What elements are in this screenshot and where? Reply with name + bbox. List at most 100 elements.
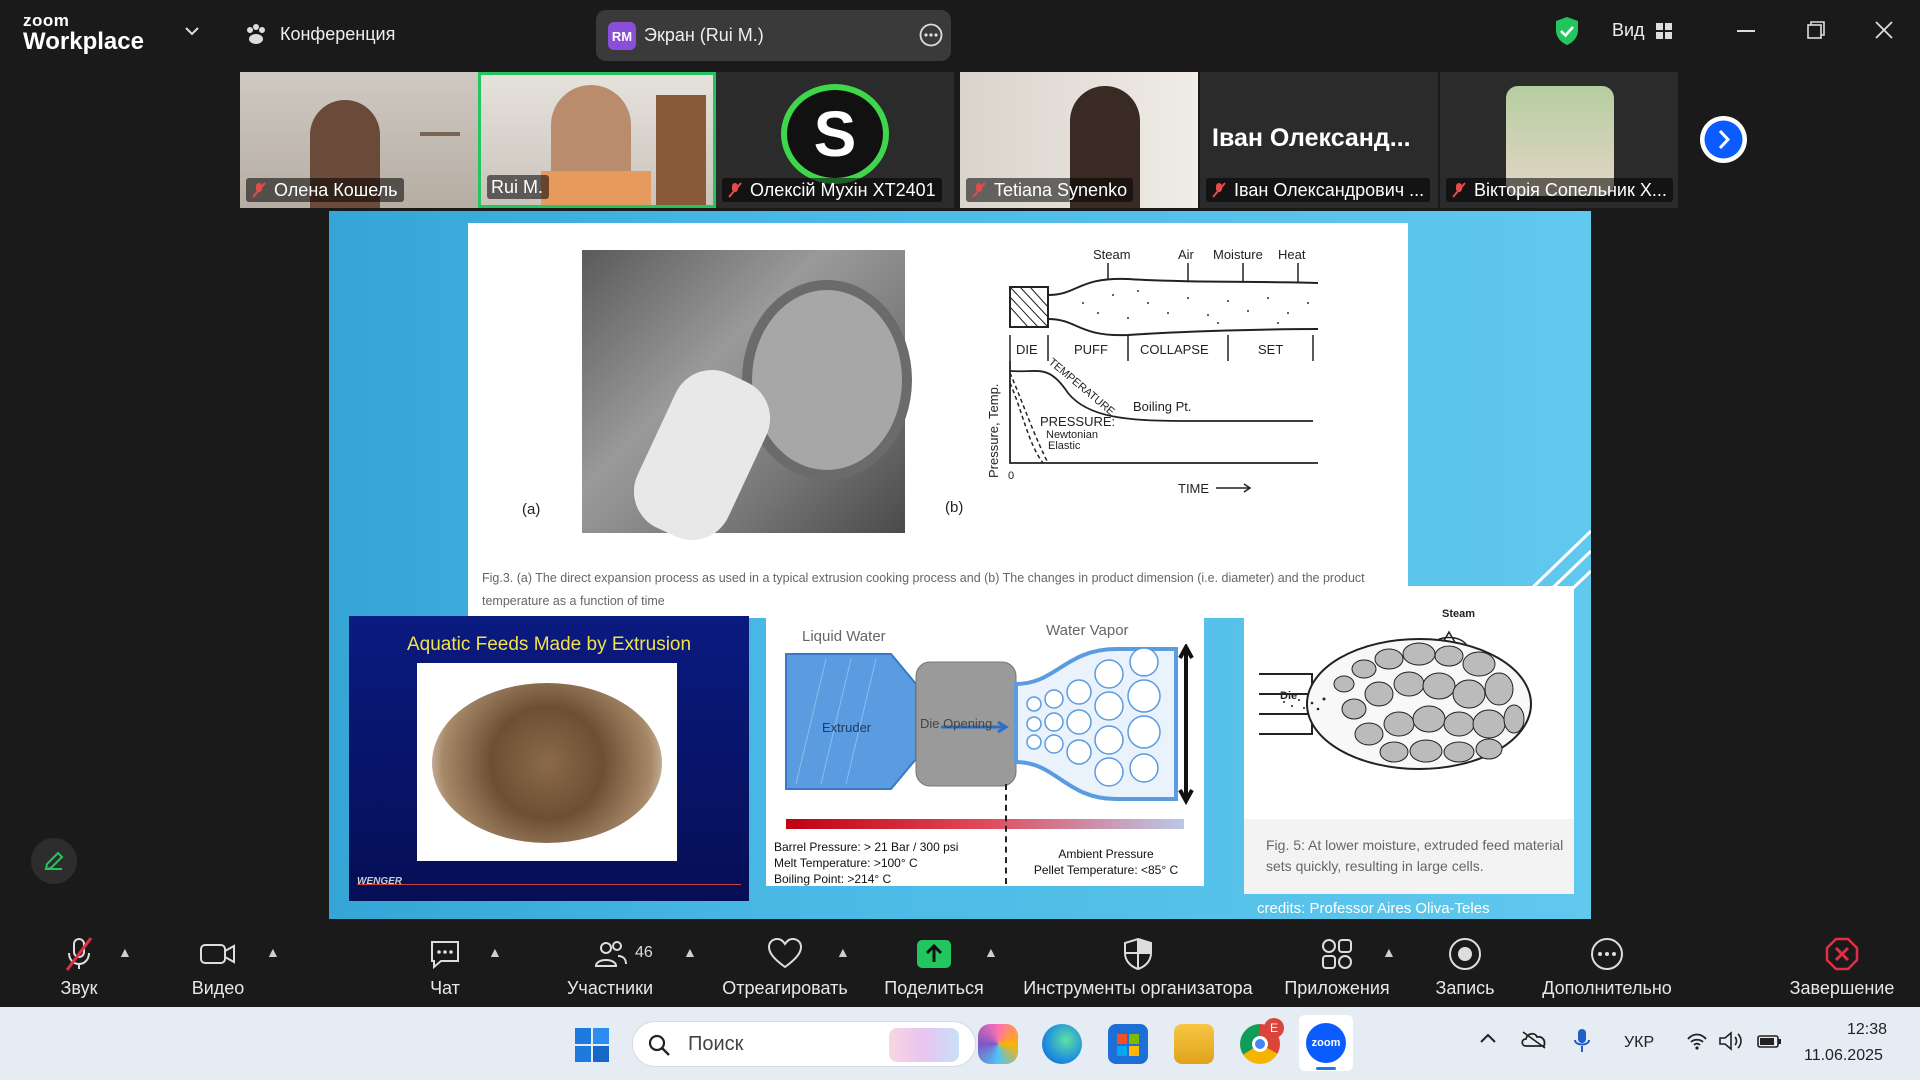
restore-icon[interactable] [1806, 20, 1826, 45]
participant-tile[interactable]: Tetiana Synenko [960, 72, 1198, 208]
record-button[interactable]: Запись [1430, 920, 1500, 1007]
shelf [420, 132, 460, 136]
chat-button[interactable]: Чат [410, 920, 480, 1007]
muted-mic-icon [972, 182, 986, 198]
chevron-right-icon [1704, 120, 1743, 159]
react-button[interactable]: Отреагировать [720, 920, 850, 1007]
clock-date[interactable]: 11.06.2025 [1804, 1047, 1883, 1065]
apps-icon [1322, 939, 1352, 969]
more-options-icon[interactable] [919, 23, 943, 52]
water-vapor-label: Water Vapor [1046, 622, 1129, 639]
share-caret-icon[interactable]: ▲ [984, 944, 998, 960]
pellet-temperature-text: Pellet Temperature: <85° C [1033, 863, 1179, 877]
end-meeting-button[interactable]: Завершение [1784, 920, 1900, 1007]
video-button[interactable]: Видео [178, 920, 258, 1007]
annotate-button[interactable] [31, 838, 77, 884]
participant-name: Олексій Мухін ХТ2401 [750, 180, 936, 200]
expansion-diagram: Steam Air Moisture Heat DIE PUFF COLLAPS… [988, 247, 1319, 496]
shield-icon [1124, 937, 1152, 971]
minimize-icon[interactable] [1737, 30, 1755, 32]
diagram-origin: 0 [1008, 470, 1014, 482]
zoom-taskbar-active[interactable]: zoom [1299, 1015, 1353, 1071]
chrome-icon[interactable]: E [1240, 1018, 1284, 1064]
muted-mic-icon [252, 182, 266, 198]
more-button[interactable]: Дополнительно [1536, 920, 1678, 1007]
store-icon[interactable] [1108, 1024, 1148, 1064]
diagram-set: SET [1258, 342, 1283, 357]
paw-icon [247, 24, 265, 44]
participants-button[interactable]: Участники [560, 920, 660, 1007]
video-caret-icon[interactable]: ▲ [266, 944, 280, 960]
participant-name-tag: Іван Олександрович ... [1206, 178, 1431, 202]
chat-caret-icon[interactable]: ▲ [488, 944, 502, 960]
microphone-icon[interactable] [1572, 1027, 1592, 1060]
diagram-puff: PUFF [1074, 342, 1108, 357]
aquatic-feeds-title: Aquatic Feeds Made by Extrusion [406, 634, 692, 655]
edge-icon[interactable] [1042, 1024, 1082, 1064]
taskbar-search[interactable]: Поиск [632, 1021, 976, 1067]
participant-name-tag: Олексій Мухін ХТ2401 [722, 178, 942, 202]
audio-button[interactable]: Звук [40, 920, 118, 1007]
participant-name-tag: Вікторія Сопельник Х... [1446, 178, 1673, 202]
participant-tile[interactable]: S Олексій Мухін ХТ2401 [716, 72, 954, 208]
encryption-shield-icon[interactable] [1554, 16, 1580, 51]
clock-time[interactable]: 12:38 [1847, 1021, 1887, 1039]
apps-button[interactable]: Приложения [1280, 920, 1394, 1007]
close-icon[interactable] [1874, 20, 1894, 45]
diagram-collapse: COLLAPSE [1140, 342, 1209, 357]
ambient-pressure-text: Ambient Pressure [1058, 847, 1154, 861]
share-button[interactable]: Поделиться [880, 920, 988, 1007]
tray-chevron-icon[interactable] [1478, 1031, 1498, 1050]
end-meeting-icon [1825, 937, 1859, 971]
battery-icon[interactable] [1756, 1031, 1784, 1056]
next-page-button[interactable] [1700, 116, 1747, 163]
wifi-icon[interactable] [1686, 1031, 1708, 1056]
participants-caret-icon[interactable]: ▲ [683, 944, 697, 960]
figure-3-panel: (a) (b) Steam Air Moisture Heat DIE PUFF… [468, 223, 1408, 618]
zoom-workplace-logo: zoom Workplace [23, 12, 144, 54]
onedrive-icon[interactable] [1520, 1029, 1548, 1054]
participant-tile[interactable]: Іван Олександ... Іван Олександрович ... [1200, 72, 1438, 208]
fig5-die-label: Die [1280, 690, 1298, 702]
host-tools-button[interactable]: Инструменты организатора [1018, 920, 1258, 1007]
language-indicator[interactable]: УКР [1624, 1034, 1654, 1052]
diagram-yaxis: Pressure, Temp. [988, 384, 1001, 478]
heart-icon [767, 937, 803, 969]
participant-tile[interactable]: Вікторія Сопельник Х... [1440, 72, 1678, 208]
participant-tile-active[interactable]: Rui M. [478, 72, 716, 208]
share-label: Поделиться [884, 978, 984, 998]
conference-label: Конференция [280, 23, 396, 44]
host-tools-label: Инструменты организатора [1023, 978, 1253, 998]
conference-button[interactable]: Конференция [244, 22, 395, 46]
aquatic-feeds-panel: Aquatic Feeds Made by Extrusion WENGER [349, 616, 749, 901]
liquid-water-label: Liquid Water [802, 628, 886, 645]
volume-icon[interactable] [1718, 1031, 1744, 1056]
wenger-line [357, 884, 741, 885]
barrel-pressure-text: Barrel Pressure: > 21 Bar / 300 psi [774, 840, 959, 854]
record-icon [1449, 938, 1481, 970]
apps-caret-icon[interactable]: ▲ [1382, 944, 1396, 960]
windows-start-icon[interactable] [574, 1027, 610, 1068]
fig5-steam-label: Steam [1442, 608, 1476, 620]
diagram-heat: Heat [1278, 247, 1306, 262]
view-button[interactable]: Вид [1612, 20, 1673, 41]
screen-share-indicator[interactable]: RM Экран (Rui M.) [596, 10, 951, 61]
diagram-elastic: Elastic [1048, 440, 1081, 452]
participant-name: Іван Олександрович ... [1234, 180, 1425, 200]
search-icon [648, 1034, 670, 1056]
boundary-line [1005, 784, 1007, 884]
file-explorer-icon[interactable] [1174, 1024, 1214, 1064]
react-caret-icon[interactable]: ▲ [836, 944, 850, 960]
pressure-gradient-bar [786, 819, 1184, 829]
search-placeholder: Поиск [688, 1033, 744, 1055]
participant-name: Tetiana Synenko [994, 180, 1128, 200]
audio-caret-icon[interactable]: ▲ [118, 944, 132, 960]
melt-temperature-text: Melt Temperature: >100° C [774, 856, 918, 870]
chevron-down-icon[interactable] [184, 24, 200, 42]
participant-tile[interactable]: Олена Кошель [240, 72, 478, 208]
phase-change-panel: Liquid Water Water Vapor Extruder Die Op… [766, 614, 1204, 886]
copilot-icon[interactable] [978, 1024, 1018, 1064]
view-label: Вид [1612, 20, 1645, 40]
share-screen-icon [917, 940, 951, 968]
share-label: Экран (Rui M.) [644, 25, 764, 45]
